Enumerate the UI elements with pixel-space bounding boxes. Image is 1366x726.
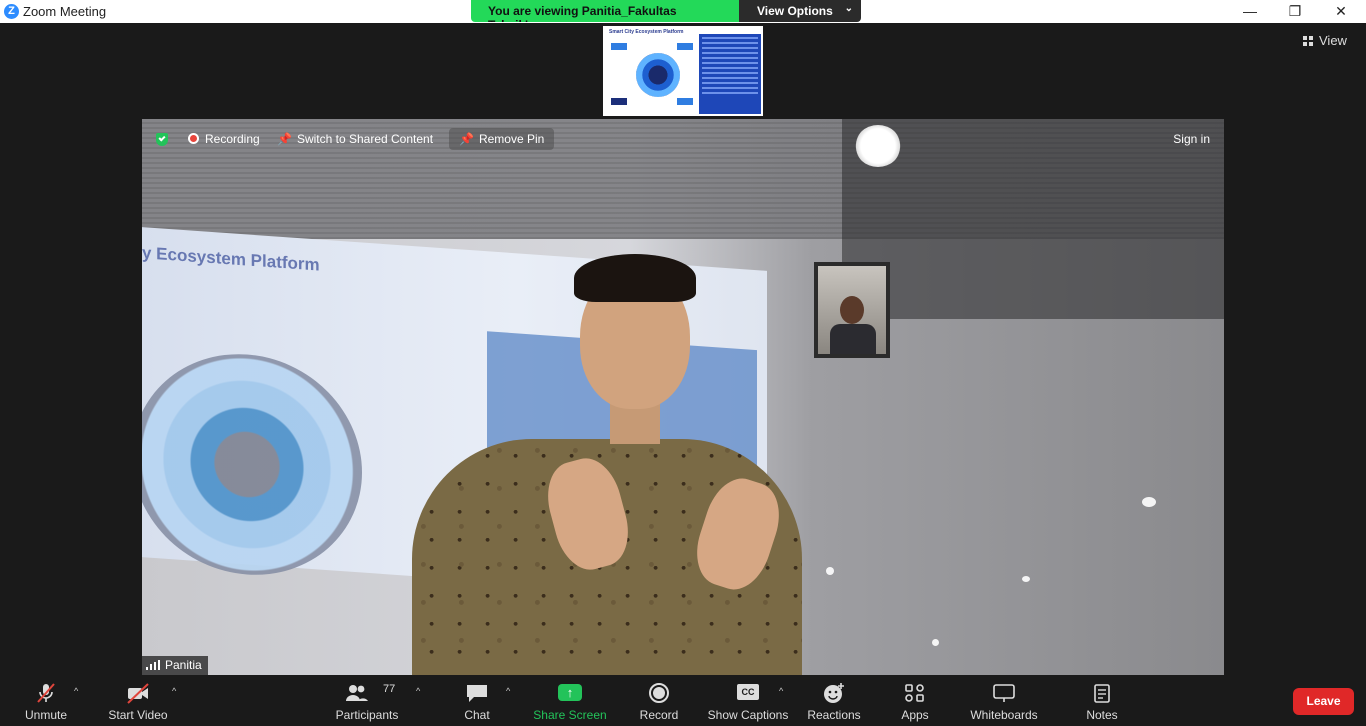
view-label: View [1319,33,1347,48]
chat-options-caret[interactable]: ^ [506,686,510,696]
apps-icon [905,684,924,702]
shared-screen-thumbnail[interactable]: Smart City Ecosystem Platform [603,26,763,116]
unmute-button[interactable]: Unmute [16,675,76,726]
record-dot-icon [188,133,199,144]
viewing-message: You are viewing Panitia_Fakultas Teknik'… [471,0,739,22]
video-options-caret[interactable]: ^ [172,686,176,696]
participants-icon [345,685,368,701]
recording-indicator[interactable]: Recording [188,132,260,146]
pin-icon: 📌 [277,132,292,146]
notes-button[interactable]: Notes [1078,675,1126,726]
slide-title: y Ecosystem Platform [142,243,320,275]
smiley-icon [824,683,844,703]
camera-off-icon [127,683,149,704]
pin-icon: 📌 [459,132,474,146]
share-screen-label: Share Screen [533,708,607,722]
thumbnail-diagram [636,53,680,97]
viewing-banner: You are viewing Panitia_Fakultas Teknik'… [471,0,861,22]
light-reflection [1142,497,1156,507]
switch-shared-label: Switch to Shared Content [296,132,434,146]
captions-icon: CC [737,684,759,700]
microphone-muted-icon [37,683,55,703]
share-screen-icon: ↑ [558,684,582,701]
signal-bars-icon [146,660,160,670]
apps-label: Apps [901,708,929,722]
show-captions-label: Show Captions [707,708,789,722]
minimize-button[interactable]: — [1227,0,1273,23]
recording-label: Recording [205,132,260,146]
slide-diagram [142,346,362,583]
sign-in-link[interactable]: Sign in [1173,132,1210,146]
remove-pin-button[interactable]: 📌 Remove Pin [449,128,555,150]
participant-name-tag: Panitia [142,656,208,675]
thumbnail-box [677,43,693,50]
light-reflection [826,567,834,575]
whiteboards-button[interactable]: Whiteboards [964,675,1044,726]
thumbnail-box [677,98,693,105]
whiteboards-label: Whiteboards [970,708,1038,722]
thumbnail-title: Smart City Ecosystem Platform [609,29,684,35]
reactions-button[interactable]: Reactions [806,675,862,726]
share-screen-button[interactable]: ↑ Share Screen [530,675,610,726]
chevron-down-icon: ⌄ [844,3,853,14]
view-button[interactable]: View [1303,33,1347,48]
captions-options-caret[interactable]: ^ [779,686,783,696]
thumbnail-box [611,98,627,105]
grid-icon [1303,36,1313,46]
meeting-toolbar: Unmute ^ Start Video ^ Participants 77 ^… [0,675,1366,726]
notes-label: Notes [1086,708,1118,722]
thumbnail-panel [699,34,761,114]
unmute-label: Unmute [24,708,68,722]
chat-label: Chat [464,708,490,722]
encryption-shield-icon[interactable] [156,133,168,146]
whiteboard-icon [993,684,1015,702]
participants-count: 77 [383,683,396,695]
switch-shared-content-button[interactable]: 📌 Switch to Shared Content [277,132,433,146]
record-label: Record [639,708,679,722]
view-options-label: View Options [757,4,833,18]
video-top-strip: Recording 📌 Switch to Shared Content 📌 Rem… [142,119,1224,157]
close-button[interactable]: ✕ [1318,0,1364,23]
start-video-button[interactable]: Start Video [104,675,172,726]
remove-pin-label: Remove Pin [478,132,545,146]
chat-icon [467,685,487,702]
speaker-video: y Ecosystem Platform [142,119,1224,675]
speaker-hair [574,254,696,302]
restore-button[interactable]: ❐ [1272,0,1318,23]
leave-button[interactable]: Leave [1293,688,1354,715]
apps-button[interactable]: Apps [892,675,938,726]
notes-icon [1094,684,1110,703]
show-captions-button[interactable]: CC Show Captions [705,675,791,726]
participant-name: Panitia [165,658,202,672]
participants-options-caret[interactable]: ^ [416,686,420,696]
record-button[interactable]: Record [634,675,684,726]
light-reflection [932,639,939,646]
thumbnail-box [611,43,627,50]
participants-label: Participants [335,708,399,722]
chat-button[interactable]: Chat [452,675,502,726]
audio-options-caret[interactable]: ^ [74,686,78,696]
light-reflection [1022,576,1030,582]
record-icon [649,683,669,703]
zoom-logo-icon: Z [4,4,19,19]
wall-portrait [814,262,890,358]
start-video-label: Start Video [108,708,168,722]
reactions-label: Reactions [807,708,861,722]
view-options-button[interactable]: View Options ⌄ [739,0,861,22]
window-title: Zoom Meeting [23,4,107,19]
